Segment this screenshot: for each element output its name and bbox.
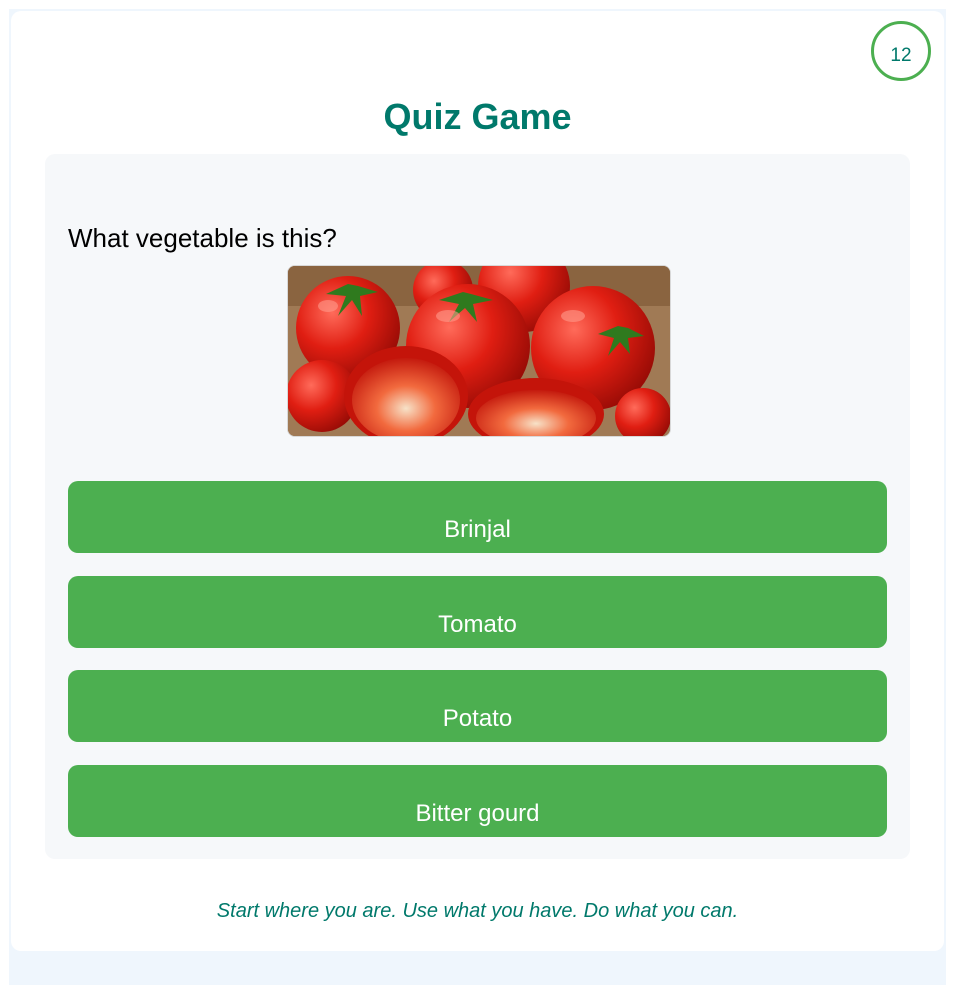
question-image [287,265,671,437]
question-text: What vegetable is this? [68,223,337,253]
answer-option-brinjal[interactable]: Brinjal [68,481,887,553]
option-label: Potato [442,705,513,732]
page-title: Quiz Game [383,96,572,137]
option-label: Tomato [438,611,517,638]
option-label: Bitter gourd [415,800,540,827]
quiz-panel: What vegetable is this? Brinjal Tomato P… [45,154,910,859]
countdown-timer: 12 [871,21,931,81]
quiz-card: 12 Quiz Game What vegetable is this? Bri… [11,11,944,951]
timer-value: 12 [890,45,912,66]
option-label: Brinjal [444,516,511,543]
tomatoes-photo-icon [288,266,670,436]
answer-option-tomato[interactable]: Tomato [68,576,887,648]
answer-option-potato[interactable]: Potato [68,670,887,742]
answer-option-bitter-gourd[interactable]: Bitter gourd [68,765,887,837]
motivational-quote: Start where you are. Use what you have. … [216,900,739,922]
